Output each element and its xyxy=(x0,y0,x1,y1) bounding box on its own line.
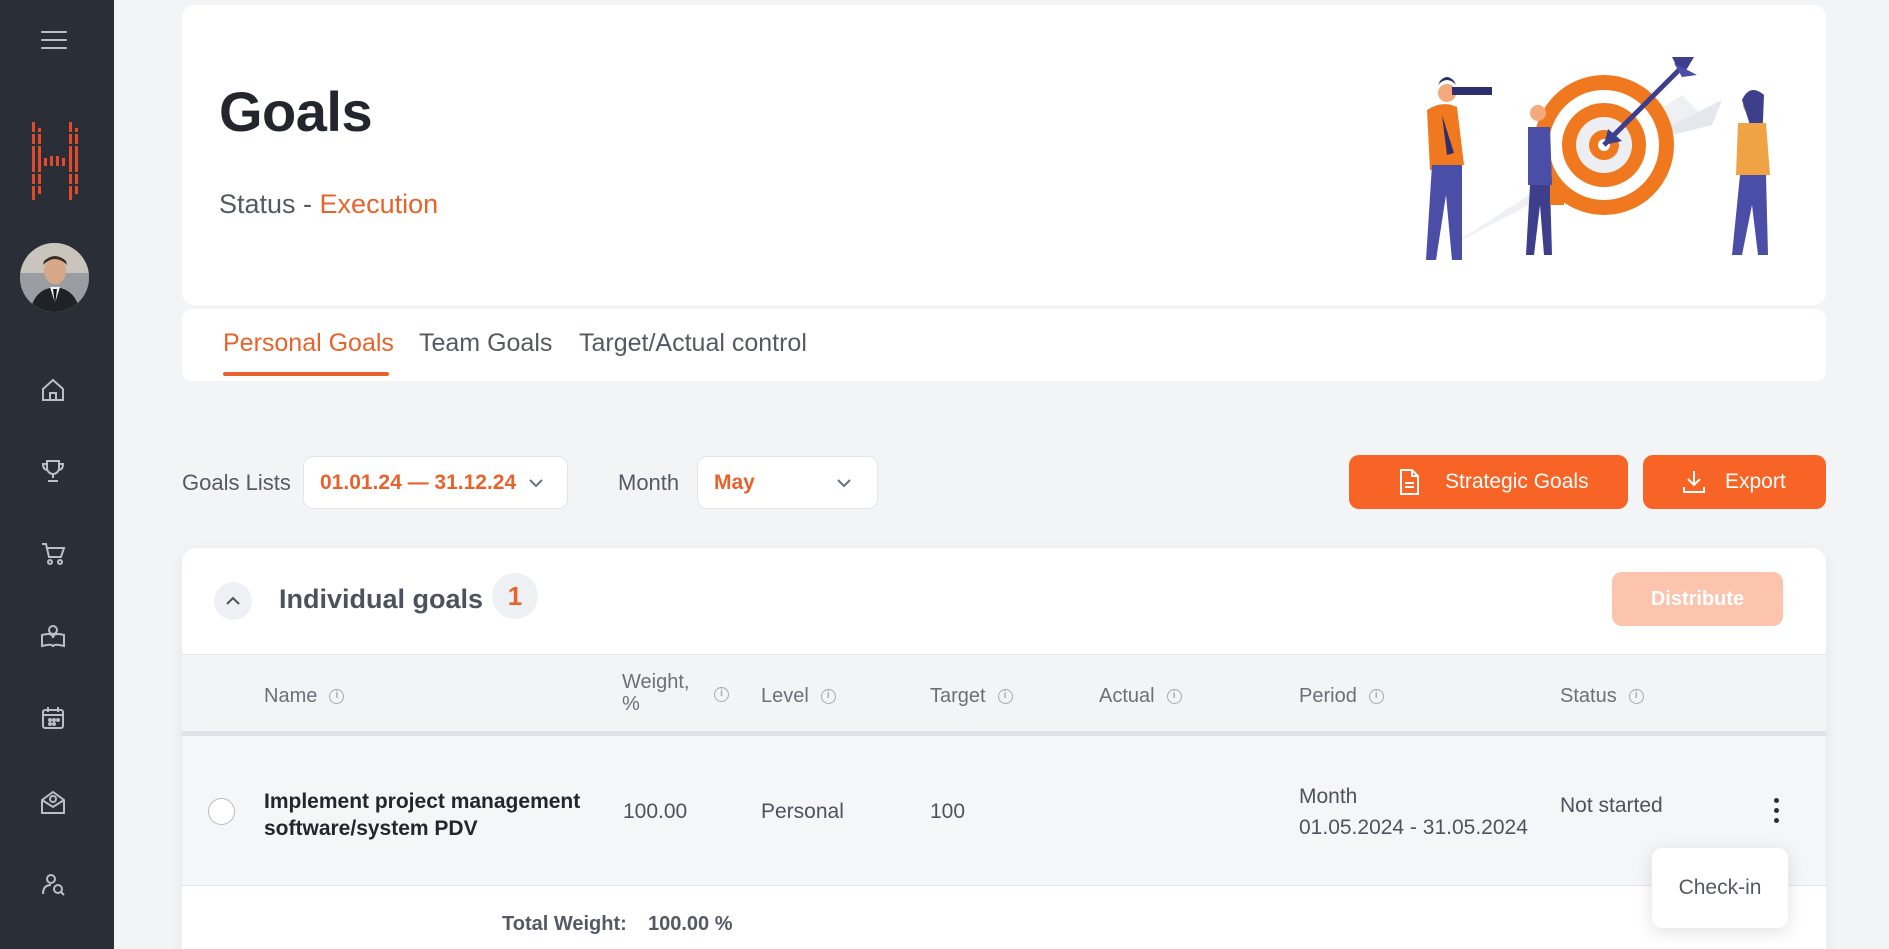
info-icon[interactable]: i xyxy=(1166,689,1182,704)
tab-target-actual-control[interactable]: Target/Actual control xyxy=(579,329,807,358)
goals-lists-label: Goals Lists xyxy=(182,470,291,495)
col-weight: Weight,% xyxy=(622,671,690,715)
col-status: Status i xyxy=(1560,685,1644,708)
chevron-down-icon xyxy=(529,479,543,488)
month-value: May xyxy=(714,471,755,494)
total-weight-label: Total Weight: xyxy=(502,913,627,935)
chevron-up-icon xyxy=(226,596,240,605)
info-icon[interactable]: i xyxy=(820,689,836,704)
strategic-goals-button[interactable]: Strategic Goals xyxy=(1349,455,1628,509)
mail-award-icon[interactable] xyxy=(37,786,69,818)
tabs-bar: Personal Goals Team Goals Target/Actual … xyxy=(182,309,1826,381)
check-in-menu-item[interactable]: Check-in xyxy=(1652,848,1788,928)
calendar-icon[interactable] xyxy=(37,702,69,734)
status-value: Execution xyxy=(319,189,439,219)
user-search-icon[interactable] xyxy=(37,868,69,900)
home-icon[interactable] xyxy=(37,374,69,406)
avatar[interactable] xyxy=(20,243,89,312)
logo xyxy=(30,122,80,200)
learning-icon[interactable] xyxy=(37,620,69,652)
collapse-button[interactable] xyxy=(214,582,252,620)
tab-team-goals[interactable]: Team Goals xyxy=(419,329,552,358)
table-row[interactable]: Implement project management software/sy… xyxy=(182,736,1826,886)
row-select-radio[interactable] xyxy=(208,798,235,825)
month-select[interactable]: May xyxy=(697,456,878,509)
status-label: Status - xyxy=(219,189,320,219)
active-tab-indicator xyxy=(223,372,389,376)
tab-personal-goals[interactable]: Personal Goals xyxy=(223,329,394,358)
export-label: Export xyxy=(1725,470,1786,493)
goal-period: Month 01.05.2024 - 31.05.2024 xyxy=(1299,785,1528,839)
info-icon[interactable]: i xyxy=(329,689,345,704)
individual-goals-panel: Individual goals 1 Distribute Name i Weig… xyxy=(182,548,1826,949)
info-icon[interactable]: i xyxy=(1628,689,1644,704)
col-period: Period i xyxy=(1299,685,1384,708)
sidebar xyxy=(0,0,114,949)
export-button[interactable]: Export xyxy=(1643,455,1826,509)
col-target: Target i xyxy=(930,685,1013,708)
goals-count-badge: 1 xyxy=(492,573,538,619)
trophy-icon[interactable] xyxy=(37,455,69,487)
info-icon[interactable]: i xyxy=(714,687,729,702)
cart-icon[interactable] xyxy=(37,537,69,569)
goals-lists-value: 01.01.24 — 31.12.24 xyxy=(320,471,517,494)
goal-name: Implement project management software/sy… xyxy=(264,790,581,840)
menu-icon[interactable] xyxy=(41,31,67,51)
goals-status: Status - Execution xyxy=(219,189,438,220)
col-level: Level i xyxy=(761,685,836,708)
goals-illustration xyxy=(1426,57,1770,260)
header-card: Goals Status - Execution xyxy=(182,5,1826,305)
info-icon[interactable]: i xyxy=(1368,689,1384,704)
more-options-icon[interactable] xyxy=(1766,790,1786,830)
chevron-down-icon xyxy=(837,479,851,488)
col-name: Name i xyxy=(264,685,345,708)
panel-title: Individual goals xyxy=(279,584,484,614)
col-actual: Actual i xyxy=(1099,685,1182,708)
goal-status: Not started xyxy=(1560,794,1663,817)
table-header: Name i Weight,% i Level i Target i Actual i … xyxy=(182,654,1826,736)
distribute-button[interactable]: Distribute xyxy=(1612,572,1783,626)
page-title: Goals xyxy=(219,80,373,143)
goal-target: 100 xyxy=(930,800,966,823)
goals-lists-select[interactable]: 01.01.24 — 31.12.24 xyxy=(303,456,568,509)
document-icon xyxy=(1400,469,1419,495)
goal-level: Personal xyxy=(761,800,844,823)
month-label: Month xyxy=(618,470,680,495)
strategic-goals-label: Strategic Goals xyxy=(1445,470,1589,493)
total-weight-value: 100.00 % xyxy=(648,913,733,935)
download-icon xyxy=(1683,471,1705,493)
goal-weight: 100.00 xyxy=(623,800,688,823)
info-icon[interactable]: i xyxy=(997,689,1013,704)
